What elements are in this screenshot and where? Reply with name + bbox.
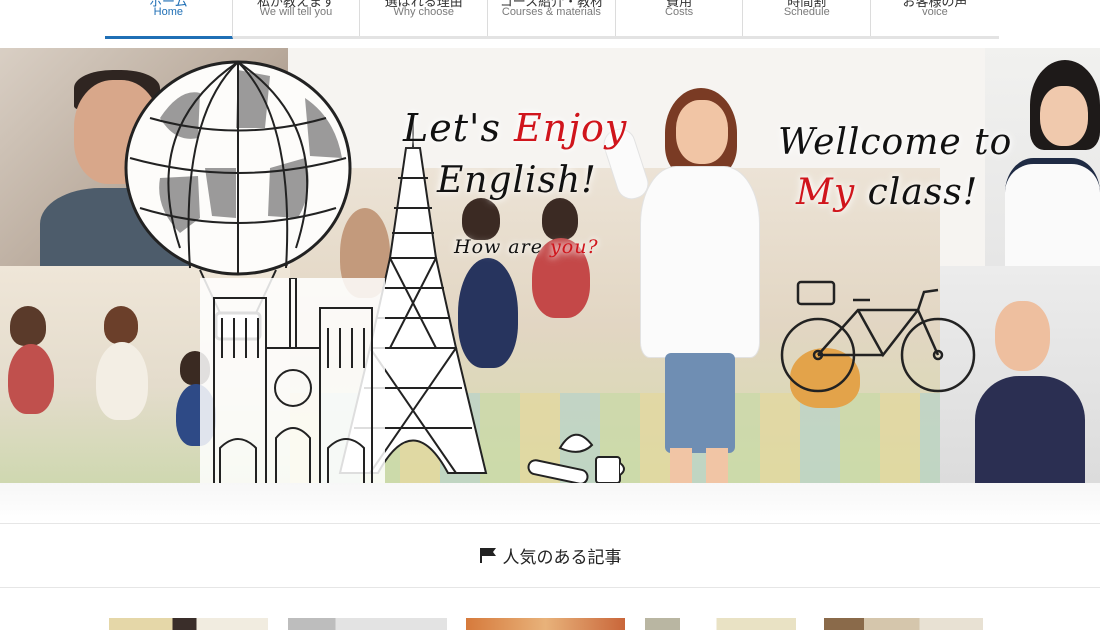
- hero-banner: Let's Enjoy English! How are you? Wellco…: [0, 48, 1100, 523]
- hero-line-english: English!: [437, 160, 597, 201]
- nav-courses[interactable]: コース紹介・教材 Courses & materials: [488, 0, 616, 36]
- teacher-shirt: [640, 166, 760, 358]
- nav-schedule-en: Schedule: [783, 6, 830, 18]
- teacher-jeans: [665, 353, 735, 453]
- section-divider-top: [0, 523, 1100, 524]
- woman-face: [995, 301, 1050, 371]
- hero-enjoy-text: Enjoy: [514, 106, 628, 150]
- nav-schedule[interactable]: 時間割 Schedule: [743, 0, 872, 36]
- kid-head: [542, 198, 578, 240]
- nav-why-choose[interactable]: 選ばれる理由 Why choose: [360, 0, 489, 36]
- main-nav: ホーム Home 私が教えます We will tell you 選ばれる理由 …: [105, 0, 999, 39]
- teacher-face: [676, 100, 728, 164]
- kid-body: [96, 342, 148, 420]
- nav-home-en: Home: [153, 6, 184, 18]
- kid-head: [10, 306, 46, 346]
- nav-we-will-tell-you[interactable]: 私が教えます We will tell you: [233, 0, 361, 36]
- article-thumbnail-3[interactable]: [466, 618, 625, 630]
- hero-how-text: How are: [454, 236, 551, 258]
- hero-line-my-class: My class!: [796, 172, 978, 213]
- teacher-figure: [599, 88, 780, 523]
- hero-bottom-fade: [0, 483, 1100, 523]
- flag-icon: [479, 548, 496, 563]
- hero-line-lets-enjoy: Let's Enjoy: [403, 106, 627, 150]
- kid-body: [8, 344, 54, 414]
- article-thumbnail-5[interactable]: [824, 618, 983, 630]
- girl-face: [1040, 86, 1088, 146]
- hero-my-text: My: [796, 172, 856, 213]
- section-divider-bottom: [0, 587, 1100, 588]
- popular-articles-heading: 人気のある記事: [0, 540, 1100, 570]
- article-thumbnail-2[interactable]: [288, 618, 447, 630]
- nav-courses-en: Courses & materials: [501, 6, 601, 18]
- hero-lets-text: Let's: [403, 106, 515, 150]
- nav-why-choose-en: Why choose: [393, 6, 454, 18]
- hero-class-text: class!: [855, 172, 979, 213]
- bicycle-sketch: [780, 280, 976, 393]
- hero-line-welcome: Wellcome to: [778, 122, 1013, 163]
- nav-home[interactable]: ホーム Home: [105, 0, 233, 39]
- hero-you-text: you?: [550, 236, 599, 258]
- nav-we-will-tell-you-en: We will tell you: [259, 6, 333, 18]
- girl-uniform: [1005, 158, 1100, 274]
- nav-voice[interactable]: お客様の声 voice: [871, 0, 999, 36]
- notre-dame-sketch: [200, 278, 385, 493]
- article-thumbnail-4[interactable]: [645, 618, 804, 630]
- article-thumbnail-1[interactable]: [109, 618, 268, 630]
- hero-line-how-are-you: How are you?: [454, 236, 599, 258]
- nav-costs[interactable]: 費用 Costs: [616, 0, 744, 36]
- nav-costs-en: Costs: [665, 6, 694, 18]
- popular-articles-title: 人気のある記事: [502, 547, 622, 568]
- nav-voice-en: voice: [922, 6, 948, 18]
- woman-body: [975, 376, 1085, 486]
